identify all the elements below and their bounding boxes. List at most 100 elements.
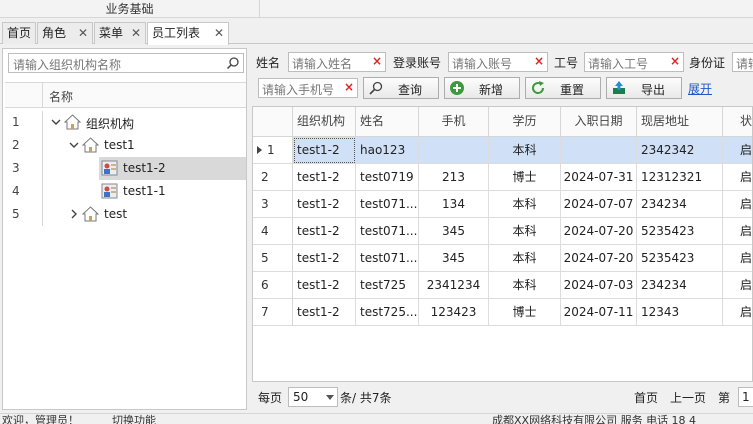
- tree-row[interactable]: 4 test1-1: [5, 180, 246, 203]
- table-row[interactable]: 4 test1-2 test071... 345 本科 2024-07-20 5235423…: [253, 218, 752, 245]
- cell-phone[interactable]: [419, 137, 489, 164]
- column-header-status[interactable]: 状: [723, 107, 752, 137]
- cell-org[interactable]: test1-2: [293, 299, 356, 326]
- phone-filter-input[interactable]: 请输入手机号 ×: [258, 78, 358, 98]
- cell-name[interactable]: test0719: [356, 164, 419, 191]
- cell-status[interactable]: 启: [723, 245, 752, 272]
- cell-education[interactable]: 本科: [489, 245, 561, 272]
- close-icon[interactable]: ✕: [214, 23, 224, 43]
- cell-address[interactable]: 12343: [637, 299, 723, 326]
- cell-status[interactable]: 启: [723, 218, 752, 245]
- row-number[interactable]: 4: [253, 218, 293, 245]
- column-header-name[interactable]: 姓名: [356, 107, 419, 137]
- per-page-select[interactable]: 50: [288, 387, 338, 407]
- cell-hire-date[interactable]: 2024-07-20: [561, 245, 637, 272]
- cell-address[interactable]: 5235423: [637, 218, 723, 245]
- row-number[interactable]: 1: [253, 137, 293, 164]
- tree-row[interactable]: 1 组织机构: [5, 111, 246, 134]
- cell-phone[interactable]: 2341234: [419, 272, 489, 299]
- cell-name[interactable]: test725: [356, 272, 419, 299]
- search-icon[interactable]: [226, 56, 240, 70]
- cell-address[interactable]: 12312321: [637, 164, 723, 191]
- tree-row[interactable]: 3 test1-2: [5, 157, 246, 180]
- cell-name[interactable]: test071...: [356, 245, 419, 272]
- column-header-org[interactable]: 组织机构: [293, 107, 356, 137]
- tree-row[interactable]: 5 test: [5, 203, 246, 226]
- cell-name[interactable]: test071...: [356, 191, 419, 218]
- cell-org[interactable]: test1-2: [293, 272, 356, 299]
- row-number[interactable]: 3: [253, 191, 293, 218]
- table-row[interactable]: 6 test1-2 test725 2341234 本科 2024-07-03 234234…: [253, 272, 752, 299]
- cell-hire-date[interactable]: 2024-07-07: [561, 191, 637, 218]
- cell-education[interactable]: 博士: [489, 164, 561, 191]
- cell-status[interactable]: 启: [723, 164, 752, 191]
- chevron-down-icon[interactable]: [69, 140, 79, 150]
- query-button[interactable]: 查询: [363, 77, 439, 99]
- cell-org[interactable]: test1-2: [293, 164, 356, 191]
- empno-filter-input[interactable]: 请输入工号 ×: [584, 52, 684, 72]
- account-filter-input[interactable]: 请输入账号 ×: [448, 52, 548, 72]
- cell-status[interactable]: 启: [723, 272, 752, 299]
- cell-org[interactable]: test1-2: [293, 245, 356, 272]
- cell-status[interactable]: 启: [723, 191, 752, 218]
- cell-education[interactable]: 本科: [489, 218, 561, 245]
- cell-status[interactable]: 启: [723, 137, 752, 164]
- cell-name[interactable]: test725...: [356, 299, 419, 326]
- column-header-address[interactable]: 现居地址: [637, 107, 723, 137]
- cell-org[interactable]: test1-2: [293, 191, 356, 218]
- cell-name[interactable]: hao123: [356, 137, 419, 164]
- cell-phone[interactable]: 134: [419, 191, 489, 218]
- close-icon[interactable]: ✕: [131, 23, 141, 43]
- cell-education[interactable]: 本科: [489, 272, 561, 299]
- table-row[interactable]: 7 test1-2 test725... 123423 博士 2024-07-11 1234…: [253, 299, 752, 326]
- cell-hire-date[interactable]: 2024-07-03: [561, 272, 637, 299]
- column-header-phone[interactable]: 手机: [419, 107, 489, 137]
- cell-education[interactable]: 博士: [489, 299, 561, 326]
- tab-menu[interactable]: 菜单 ✕: [94, 22, 146, 44]
- cell-org[interactable]: test1-2: [293, 137, 356, 164]
- close-icon[interactable]: ✕: [78, 23, 88, 43]
- cell-status[interactable]: 启: [723, 299, 752, 326]
- cell-address[interactable]: 234234: [637, 191, 723, 218]
- cell-hire-date[interactable]: 2024-07-20: [561, 218, 637, 245]
- row-number[interactable]: 7: [253, 299, 293, 326]
- table-row[interactable]: 3 test1-2 test071... 134 本科 2024-07-07 234234 启: [253, 191, 752, 218]
- prev-page-link[interactable]: 上一页: [670, 389, 706, 406]
- row-number[interactable]: 6: [253, 272, 293, 299]
- add-button[interactable]: 新增: [444, 77, 520, 99]
- reset-button[interactable]: 重置: [525, 77, 601, 99]
- row-number[interactable]: 2: [253, 164, 293, 191]
- cell-hire-date[interactable]: 2024-07-11: [561, 299, 637, 326]
- cell-phone[interactable]: 345: [419, 245, 489, 272]
- cell-hire-date[interactable]: 2024-07-31: [561, 164, 637, 191]
- row-number[interactable]: 5: [253, 245, 293, 272]
- cell-name[interactable]: test071...: [356, 218, 419, 245]
- cell-education[interactable]: 本科: [489, 137, 561, 164]
- chevron-right-icon[interactable]: [69, 209, 79, 219]
- table-row[interactable]: 5 test1-2 test071... 345 本科 2024-07-20 5235423…: [253, 245, 752, 272]
- clear-icon[interactable]: ×: [372, 54, 382, 68]
- cell-address[interactable]: 5235423: [637, 245, 723, 272]
- tab-roles[interactable]: 角色 ✕: [37, 22, 93, 44]
- table-row[interactable]: 2 test1-2 test0719 213 博士 2024-07-31 12312321 启: [253, 164, 752, 191]
- switch-function-link[interactable]: 切换功能: [112, 414, 156, 424]
- idcard-filter-input[interactable]: 请输: [732, 52, 753, 72]
- clear-icon[interactable]: ×: [534, 54, 544, 68]
- column-header-hire-date[interactable]: 入职日期: [561, 107, 637, 137]
- export-button[interactable]: 导出: [606, 77, 682, 99]
- cell-address[interactable]: 234234: [637, 272, 723, 299]
- cell-phone[interactable]: 345: [419, 218, 489, 245]
- first-page-link[interactable]: 首页: [634, 389, 658, 406]
- cell-hire-date[interactable]: [561, 137, 637, 164]
- expand-filters-link[interactable]: 展开: [688, 80, 712, 97]
- cell-org[interactable]: test1-2: [293, 218, 356, 245]
- cell-education[interactable]: 本科: [489, 191, 561, 218]
- tab-employee-list[interactable]: 员工列表 ✕: [147, 22, 229, 45]
- tree-row[interactable]: 2 test1: [5, 134, 246, 157]
- name-filter-input[interactable]: 请输入姓名 ×: [288, 52, 386, 72]
- cell-phone[interactable]: 213: [419, 164, 489, 191]
- table-row[interactable]: 1 test1-2 hao123 本科 2342342 启: [253, 137, 752, 164]
- chevron-down-icon[interactable]: [51, 117, 61, 127]
- clear-icon[interactable]: ×: [670, 54, 680, 68]
- column-header-education[interactable]: 学历: [489, 107, 561, 137]
